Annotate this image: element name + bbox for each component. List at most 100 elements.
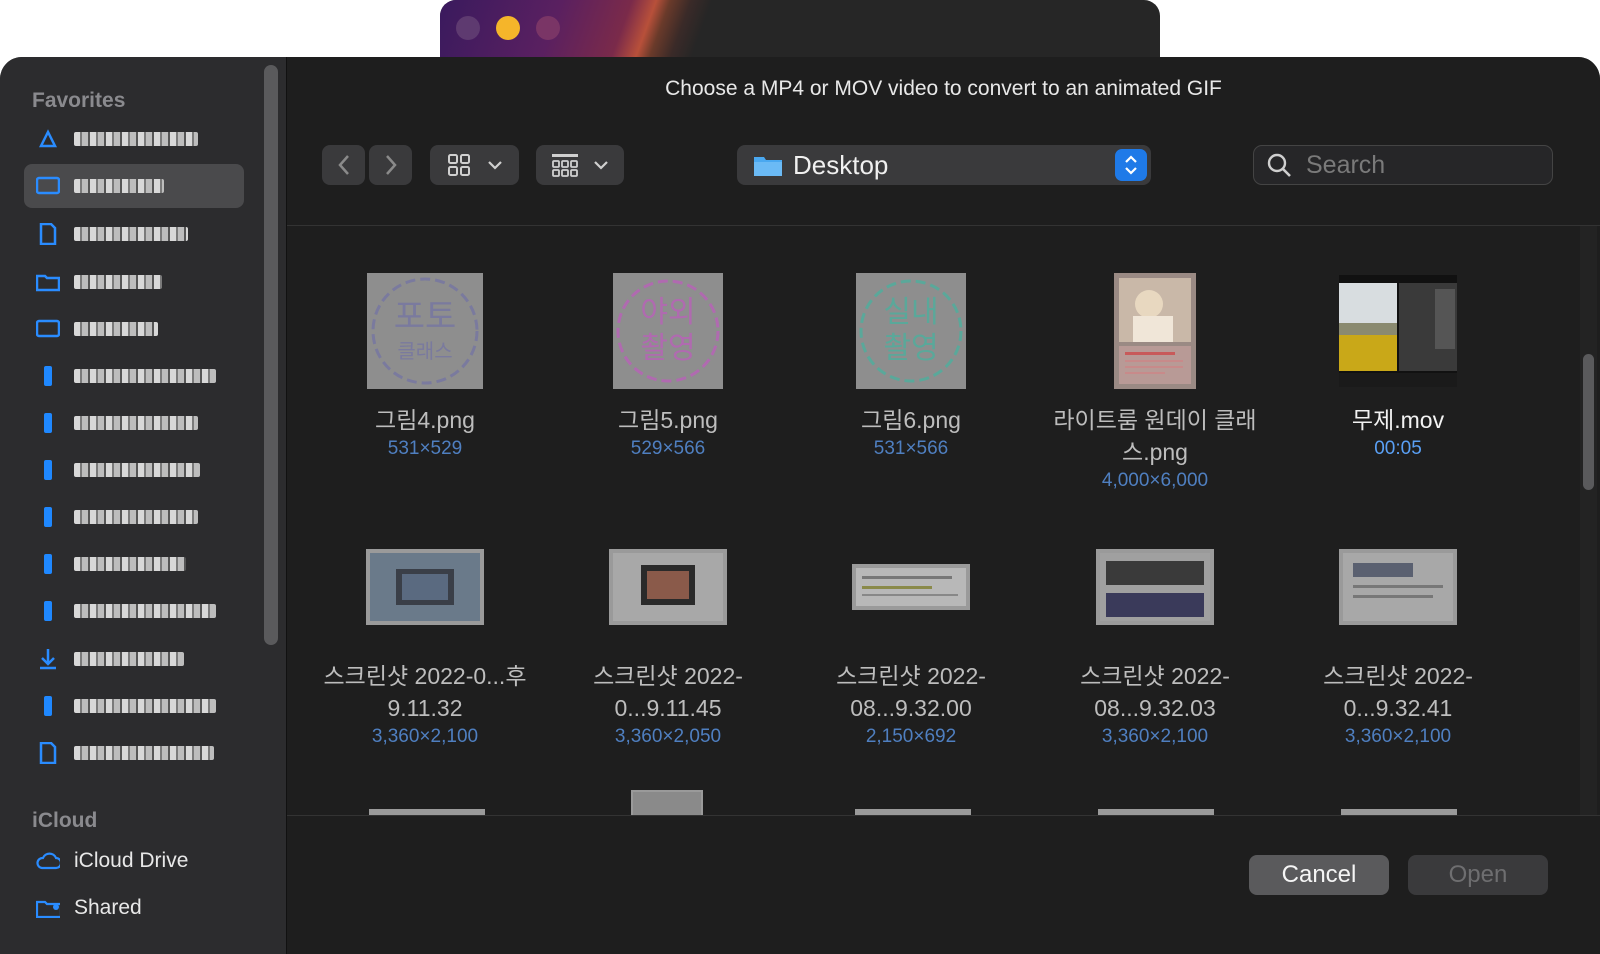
file-item[interactable]: 실내 촬영 그림6.png 531×566	[791, 266, 1031, 462]
file-meta: 4,000×6,000	[1101, 470, 1209, 491]
redacted-label	[74, 416, 198, 430]
redacted-label	[74, 463, 200, 477]
file-item[interactable]: 스크린샷 2022-08...9.32.00 2,150×692	[791, 522, 1031, 750]
sidebar-item-downloads[interactable]	[24, 637, 244, 681]
back-button[interactable]	[322, 145, 365, 185]
file-name: 그림6.png	[861, 407, 961, 433]
chevron-down-icon	[594, 161, 608, 170]
file-name: 스크린샷 2022-0...9.11.45	[593, 663, 743, 721]
close-window-button[interactable]	[456, 16, 480, 40]
file-name: 스크린샷 2022-0...후 9.11.32	[323, 663, 527, 721]
file-meta: 3,360×2,100	[1344, 726, 1452, 747]
up-down-chevron-icon	[1125, 155, 1137, 175]
sidebar-item-documents[interactable]	[24, 212, 244, 256]
group-by-button[interactable]	[536, 145, 624, 185]
cloud-icon	[36, 850, 60, 872]
stamp-thumbnail: 포토클래스	[367, 273, 483, 389]
screenshot-thumbnail	[1096, 549, 1214, 625]
folder-icon	[36, 365, 60, 387]
chevron-down-icon	[487, 161, 502, 170]
sidebar-item-icloud-drive[interactable]: iCloud Drive	[24, 839, 244, 883]
file-name: 라이트룸 원데이 클래스.png	[1053, 407, 1257, 465]
folder-icon	[36, 600, 60, 622]
file-item[interactable]: 라이트룸 원데이 클래스.png 4,000×6,000	[1035, 266, 1275, 494]
file-meta: 529×566	[630, 438, 706, 459]
file-name: 무제.mov	[1351, 407, 1445, 433]
file-meta: 2,150×692	[865, 726, 957, 747]
stamp-line-1: 실내	[883, 295, 938, 330]
zoom-window-button[interactable]	[536, 16, 560, 40]
sidebar-item-folder-3[interactable]	[24, 401, 244, 445]
dialog-title: Choose a MP4 or MOV video to convert to …	[665, 77, 1222, 100]
screenshot-thumbnail	[366, 549, 484, 625]
file-meta: 3,360×2,100	[371, 726, 479, 747]
file-meta: 531×566	[873, 438, 949, 459]
sidebar-item-pictures[interactable]	[24, 307, 244, 351]
desktop-icon	[36, 175, 60, 197]
file-item[interactable]: 포토 클래스 그림4.png 531×529	[305, 266, 545, 462]
file-meta: 3,360×2,100	[1101, 726, 1209, 747]
sidebar-item-folder-5[interactable]	[24, 495, 244, 539]
open-file-dialog: Favorites iCloud iCloud Drive Shared Cho…	[0, 57, 1600, 954]
sidebar-item-folder-7[interactable]	[24, 589, 244, 633]
location-popup[interactable]: Desktop	[737, 145, 1151, 185]
minimize-window-button[interactable]	[496, 16, 520, 40]
redacted-label	[74, 652, 184, 666]
sidebar-item-folder-8[interactable]	[24, 684, 244, 728]
redacted-label	[74, 604, 216, 618]
sidebar: Favorites iCloud iCloud Drive Shared	[0, 57, 287, 954]
file-item[interactable]: 스크린샷 2022-08...9.32.03 3,360×2,100	[1035, 522, 1275, 750]
redacted-label	[74, 227, 188, 241]
stamp-line-1: 야외	[640, 295, 695, 330]
sidebar-scrollbar[interactable]	[264, 65, 278, 645]
file-browser: Choose a MP4 or MOV video to convert to …	[287, 57, 1600, 954]
location-stepper[interactable]	[1115, 149, 1147, 181]
folder-icon	[36, 271, 60, 293]
redacted-label	[74, 132, 198, 146]
folder-icon	[36, 553, 60, 575]
cancel-button[interactable]: Cancel	[1249, 855, 1389, 895]
file-item[interactable]: 스크린샷 2022-0...9.11.45 3,360×2,050	[548, 522, 788, 750]
applications-icon	[36, 128, 60, 150]
search-input[interactable]	[1304, 149, 1538, 181]
scrollbar-thumb[interactable]	[1583, 354, 1594, 490]
file-item[interactable]: 야외 촬영 그림5.png 529×566	[548, 266, 788, 462]
pictures-icon	[36, 318, 60, 340]
forward-button[interactable]	[369, 145, 412, 185]
document-icon	[36, 742, 60, 764]
location-label: Desktop	[793, 149, 889, 180]
chevron-right-icon	[385, 155, 397, 175]
file-item[interactable]: 스크린샷 2022-0...후 9.11.32 3,360×2,100	[305, 522, 545, 750]
open-button[interactable]: Open	[1408, 855, 1548, 895]
file-meta: 531×529	[387, 438, 463, 459]
file-name: 그림5.png	[618, 407, 718, 433]
folder-icon	[36, 412, 60, 434]
sidebar-item-desktop[interactable]	[24, 164, 244, 208]
sidebar-item-folder-4[interactable]	[24, 448, 244, 492]
folder-icon	[36, 506, 60, 528]
icloud-section-title: iCloud	[32, 809, 98, 832]
sidebar-item-document-2[interactable]	[24, 731, 244, 775]
sidebar-item-folder-6[interactable]	[24, 542, 244, 586]
sidebar-item-folder-1[interactable]	[24, 260, 244, 304]
file-item[interactable]: 스크린샷 2022-0...9.32.41 3,360×2,100	[1278, 522, 1518, 750]
shared-label: Shared	[74, 896, 142, 919]
sidebar-item-applications[interactable]	[24, 117, 244, 161]
screenshot-thumbnail	[1339, 549, 1457, 625]
redacted-label	[74, 322, 158, 336]
sidebar-item-shared[interactable]: Shared	[24, 886, 244, 930]
footer-divider	[287, 815, 1600, 816]
screenshot-thumbnail	[609, 549, 727, 625]
file-name: 그림4.png	[375, 407, 475, 433]
file-name: 스크린샷 2022-08...9.32.00	[836, 663, 986, 721]
icon-grid-icon	[447, 154, 470, 176]
view-mode-button[interactable]	[430, 145, 519, 185]
file-item[interactable]: 무제.mov 00:05	[1278, 266, 1518, 462]
search-field[interactable]	[1253, 145, 1553, 185]
video-thumbnail	[1339, 275, 1457, 387]
redacted-label	[74, 557, 186, 571]
file-scrollbar[interactable]	[1580, 226, 1597, 815]
sidebar-item-folder-2[interactable]	[24, 354, 244, 398]
download-icon	[36, 648, 60, 670]
file-item-partial[interactable]	[631, 790, 703, 815]
